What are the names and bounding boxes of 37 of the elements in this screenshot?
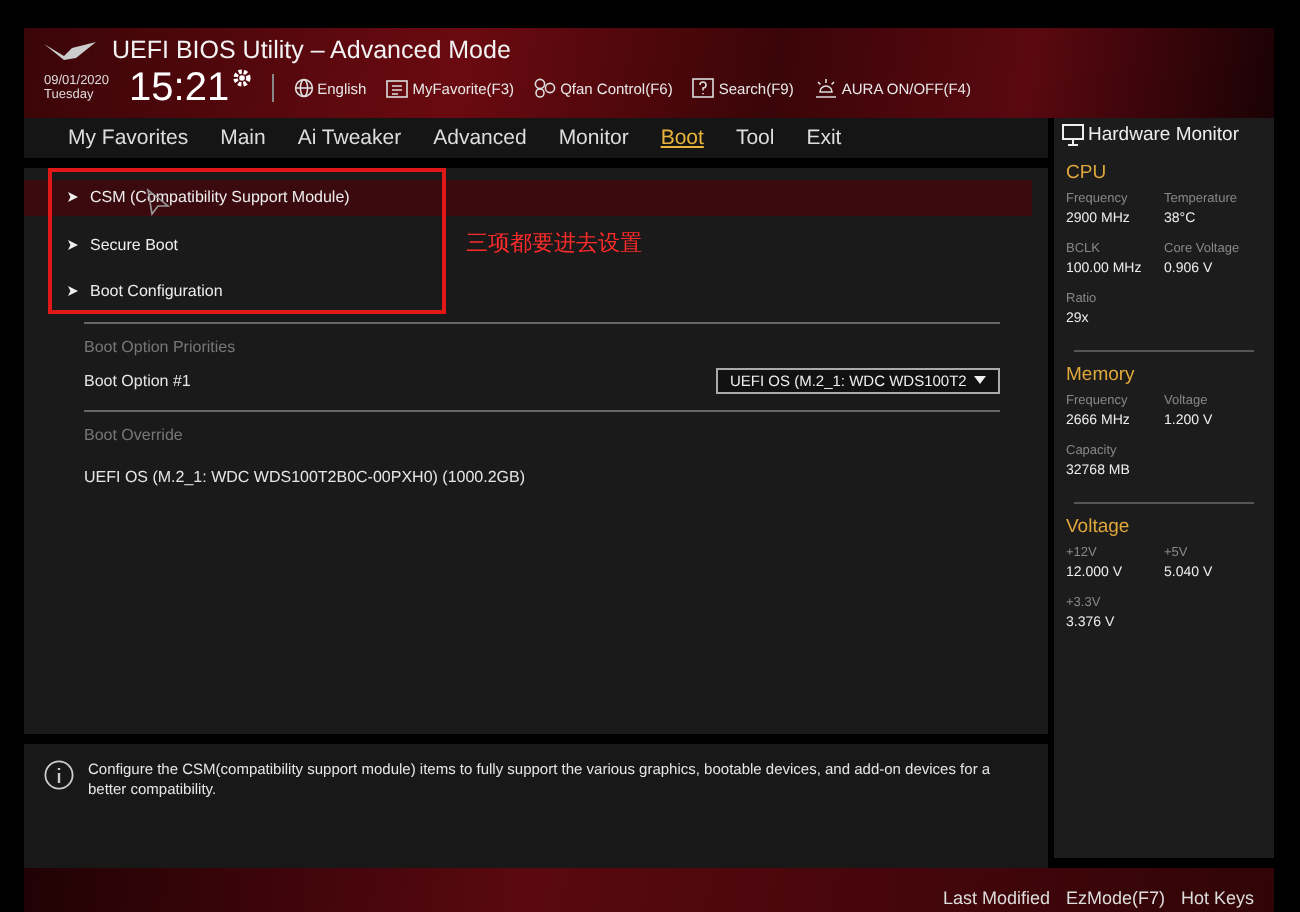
settings-icon[interactable] xyxy=(231,68,252,88)
menu-tab[interactable]: Tool xyxy=(719,125,791,150)
globe-icon xyxy=(293,78,314,98)
boot-override-item[interactable]: UEFI OS (M.2_1: WDC WDS100T2B0C-00PXH0) (1000.2GB) xyxy=(84,467,526,486)
footer-button[interactable]: Last Modified xyxy=(942,888,1050,908)
clock-time: 15:21 xyxy=(129,66,230,110)
submenu-item[interactable]: Boot Configuration xyxy=(24,267,235,314)
section-heading: Boot Override xyxy=(82,423,185,444)
eye-logo-icon xyxy=(44,40,96,60)
monitor-icon xyxy=(1062,123,1084,146)
arrow-icon xyxy=(68,285,78,296)
menu-tab[interactable]: My Favorites xyxy=(52,125,205,150)
window-title: UEFI BIOS Utility – Advanced Mode xyxy=(112,36,511,64)
submenu-item[interactable]: Secure Boot xyxy=(24,221,191,268)
option-label: Boot Option #1 xyxy=(84,371,191,390)
menu-tab[interactable]: Exit xyxy=(790,125,858,150)
panel-title: Hardware Monitor xyxy=(1088,123,1239,146)
menu-tab[interactable]: Monitor xyxy=(542,125,645,150)
list-icon xyxy=(386,79,409,97)
menu-tab[interactable]: Boot xyxy=(644,125,720,150)
menu-tab[interactable]: Ai Tweaker xyxy=(281,125,418,150)
footer-button[interactable]: Hot Keys xyxy=(1180,888,1254,908)
section-heading: Boot Option Priorities xyxy=(82,335,238,356)
footer-button[interactable]: EzMode(F7) xyxy=(1065,888,1165,908)
group-title: Memory xyxy=(1066,363,1137,386)
light-icon xyxy=(813,78,838,98)
arrow-icon xyxy=(68,239,78,250)
menu-tab[interactable]: Advanced xyxy=(417,125,543,150)
caret-icon xyxy=(974,376,986,385)
fan-icon xyxy=(534,78,557,98)
annotation-text: 三项都要进去设置 xyxy=(466,229,642,258)
arrow-icon xyxy=(68,192,78,203)
menu-tab[interactable]: Main xyxy=(204,125,282,150)
info-icon xyxy=(44,759,74,790)
help-icon xyxy=(692,78,715,98)
group-title: Voltage xyxy=(1066,515,1132,538)
group-title: CPU xyxy=(1066,161,1109,184)
